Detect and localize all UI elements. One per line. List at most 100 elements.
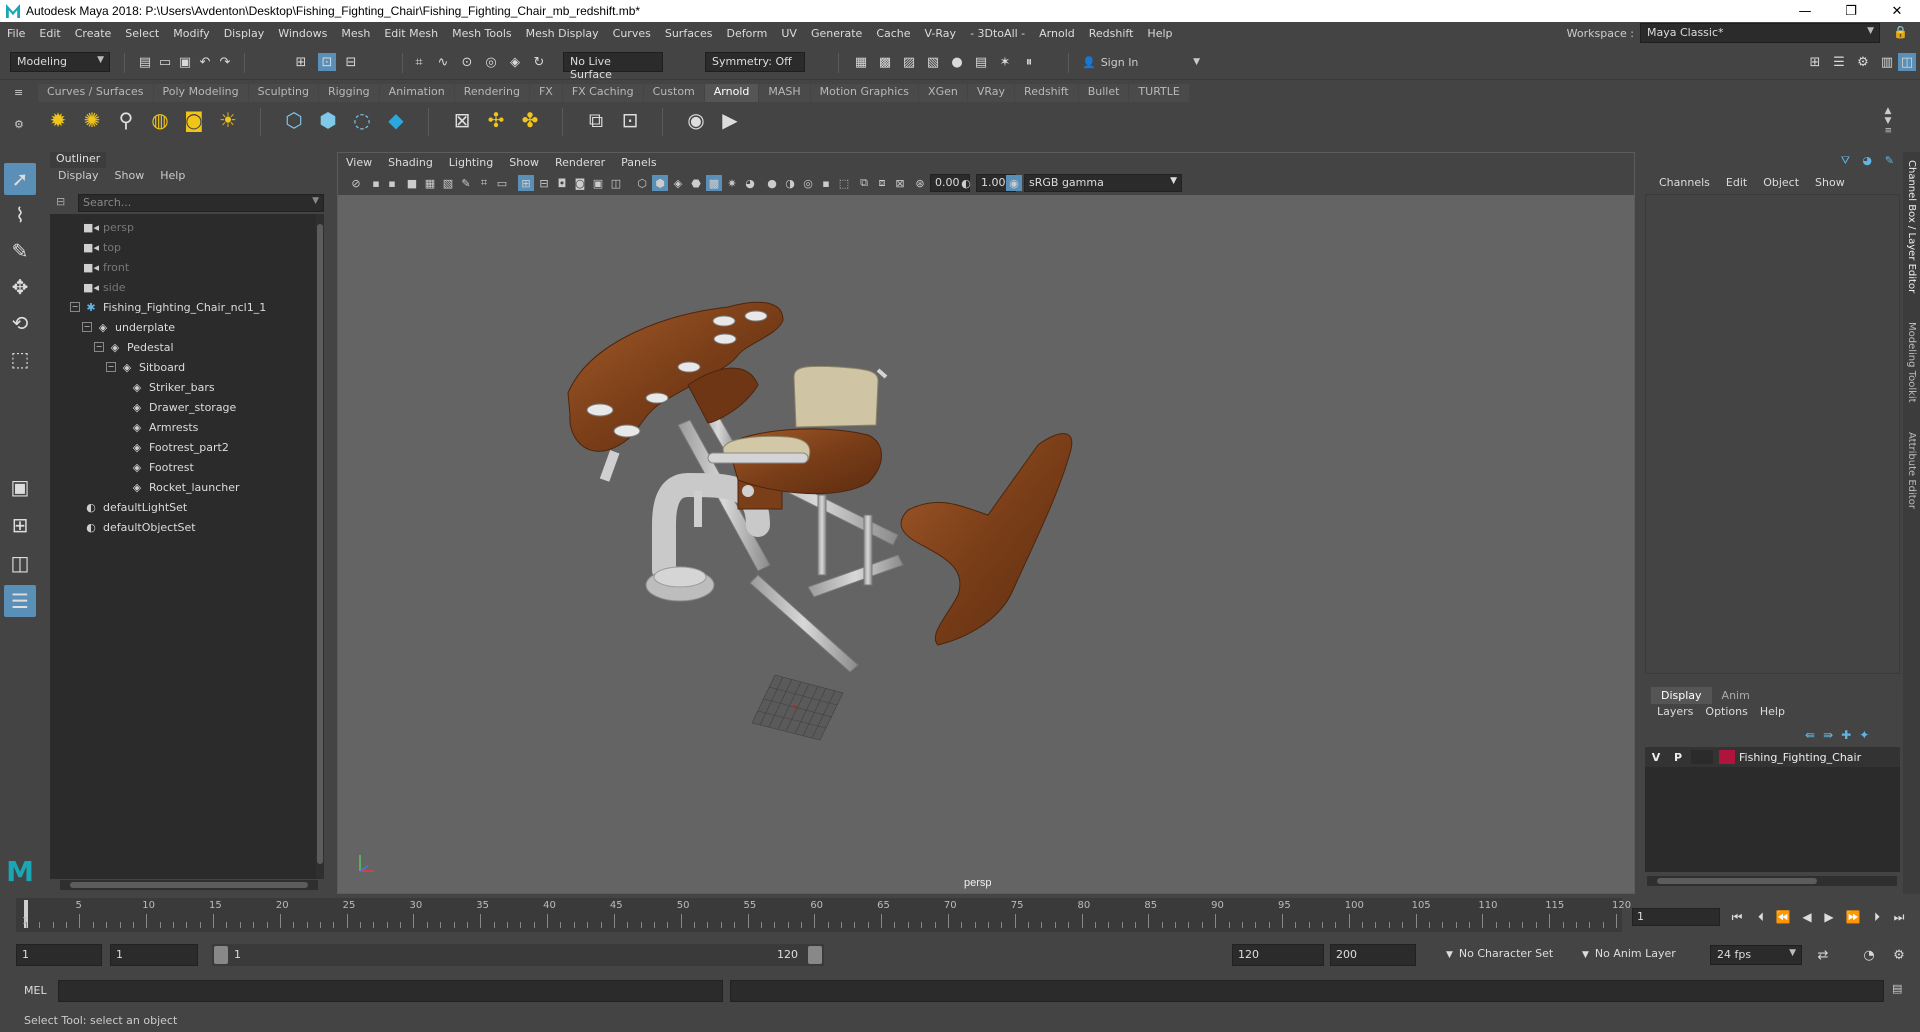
menu-windows[interactable]: Windows	[271, 27, 334, 40]
live-surface-field[interactable]: No Live Surface	[563, 52, 663, 81]
layer-display-type[interactable]	[1691, 750, 1713, 764]
scene-start-field[interactable]: 1	[16, 944, 102, 966]
color-management-icon[interactable]: ◉	[1006, 175, 1022, 191]
command-language-label[interactable]: MEL	[24, 984, 47, 997]
grease-pencil-icon[interactable]: ✎	[458, 175, 474, 191]
new-layer-from-selection-icon[interactable]: ✦	[1859, 728, 1869, 742]
2d-pan-zoom-icon[interactable]: ▧	[440, 175, 456, 191]
skydome-light-icon[interactable]: ◍	[146, 106, 174, 134]
ipr-render-icon[interactable]: ▨	[900, 53, 918, 71]
select-hierarchy-icon[interactable]: ⊞	[292, 53, 310, 71]
menu-curves[interactable]: Curves	[606, 27, 658, 40]
new-empty-layer-icon[interactable]: ✚	[1841, 728, 1851, 742]
snap-curve-icon[interactable]: ∿	[434, 53, 452, 71]
tree-item-armrests[interactable]: ◈ Armrests	[130, 418, 199, 436]
layer-tab-display[interactable]: Display	[1651, 687, 1712, 704]
shelf-tab-rendering[interactable]: Rendering	[454, 84, 529, 102]
menu-surfaces[interactable]: Surfaces	[658, 27, 720, 40]
step-back-frame-icon[interactable]: ⏴	[1752, 907, 1770, 927]
snap-surface-icon[interactable]: ◈	[506, 53, 524, 71]
layer-tab-anim[interactable]: Anim	[1712, 687, 1760, 704]
play-backwards-icon[interactable]: ◀	[1798, 907, 1816, 927]
outliner-vertical-scrollbar[interactable]	[316, 214, 324, 879]
layer-menu-layers[interactable]: Layers	[1651, 705, 1699, 718]
export-standin-icon[interactable]: ⬢	[314, 106, 342, 134]
scene-end-field[interactable]: 200	[1330, 944, 1416, 966]
shelf-tab-bullet[interactable]: Bullet	[1078, 84, 1129, 102]
viewport-menu-show[interactable]: Show	[501, 156, 547, 169]
outliner-search-input[interactable]: Search... ▼	[78, 194, 324, 212]
image-plane-icon[interactable]: ▦	[422, 175, 438, 191]
save-scene-icon[interactable]: ▣	[176, 53, 194, 71]
collapse-icon[interactable]: −	[70, 302, 80, 312]
layer-scrollbar[interactable]	[1647, 876, 1897, 886]
tool-settings-toggle-icon[interactable]: ✎	[1885, 154, 1894, 167]
gamma-icon[interactable]: ◐	[958, 175, 974, 191]
symmetry-dropdown[interactable]: Symmetry: Off	[705, 52, 805, 72]
shelf-tab-custom[interactable]: Custom	[643, 84, 704, 102]
motion-blur-icon[interactable]: ◑	[782, 175, 798, 191]
xray-components-icon[interactable]: ⊠	[892, 175, 908, 191]
textured-icon[interactable]: ▩	[706, 175, 722, 191]
grid-icon[interactable]: ⌗	[476, 175, 492, 191]
select-camera-icon[interactable]: ⊘	[348, 175, 364, 191]
sign-in-button[interactable]: 👤 Sign In ▼	[1082, 52, 1200, 72]
scrollbar-thumb[interactable]	[70, 882, 308, 888]
play-forwards-icon[interactable]: ▶	[1820, 907, 1838, 927]
shelf-tab-animation[interactable]: Animation	[379, 84, 454, 102]
layer-editor-icon[interactable]: ◫	[1898, 53, 1916, 71]
character-set-dropdown[interactable]: ▼ No Character Set	[1440, 945, 1574, 965]
channel-menu-edit[interactable]: Edit	[1718, 176, 1755, 189]
shelf-tab-arnold[interactable]: Arnold	[704, 84, 759, 102]
shelf-tab-poly-modeling[interactable]: Poly Modeling	[153, 84, 248, 102]
light-portal-icon[interactable]: ◙	[180, 106, 208, 134]
menu-modify[interactable]: Modify	[166, 27, 216, 40]
outliner-horizontal-scrollbar[interactable]	[60, 880, 318, 890]
tree-item-drawer-storage[interactable]: ◈ Drawer_storage	[130, 398, 237, 416]
side-tab-attribute-editor[interactable]: Attribute Editor	[1906, 432, 1917, 509]
viewport-menu-lighting[interactable]: Lighting	[441, 156, 501, 169]
minimize-button[interactable]: —	[1782, 0, 1828, 22]
shadows-icon[interactable]: ◕	[742, 175, 758, 191]
workspace-dropdown[interactable]: Maya Classic* ▼	[1640, 23, 1880, 43]
shelf-scroll-arrows[interactable]: ▲ ▼ ≡	[1884, 106, 1892, 136]
lock-icon[interactable]: 🔒	[1893, 25, 1908, 39]
render-sequence-icon[interactable]: ▩	[876, 53, 894, 71]
render-settings-icon[interactable]: ▧	[924, 53, 942, 71]
animation-preferences-icon[interactable]: ⚙	[1890, 946, 1908, 964]
viewport-3d-canvas[interactable]: persp	[338, 195, 1634, 893]
anim-layer-dropdown[interactable]: ▼ No Anim Layer	[1576, 945, 1686, 965]
exposure-icon[interactable]: ⊛	[912, 175, 928, 191]
snap-point-icon[interactable]: ⊙	[458, 53, 476, 71]
collapse-icon[interactable]: −	[106, 362, 116, 372]
layer-color-swatch[interactable]	[1719, 750, 1735, 764]
four-view-icon[interactable]: ⊞	[4, 509, 36, 541]
use-default-material-icon[interactable]: ◈	[670, 175, 686, 191]
render-view-eye-icon[interactable]: ◉	[682, 106, 710, 134]
use-all-lights-icon[interactable]: ✷	[724, 175, 740, 191]
menu-uv[interactable]: UV	[774, 27, 804, 40]
current-frame-field[interactable]: 1	[1632, 908, 1720, 926]
layer-row[interactable]: V P Fishing_Fighting_Chair	[1645, 747, 1900, 767]
menu-create[interactable]: Create	[68, 27, 119, 40]
side-tab-channel-box[interactable]: Channel Box / Layer Editor	[1906, 160, 1917, 293]
collapse-icon[interactable]: −	[94, 342, 104, 352]
tree-item-front[interactable]: ■◂ front	[83, 258, 129, 276]
pause-icon[interactable]: ⏸	[1020, 53, 1038, 71]
go-to-end-icon[interactable]: ⏭	[1890, 907, 1908, 927]
time-slider[interactable]: 1 51015202530354045505560657075808590951…	[16, 898, 1631, 932]
menu-arnold[interactable]: Arnold	[1032, 27, 1082, 40]
modeling-toolkit-icon[interactable]: ⊞	[1806, 53, 1824, 71]
side-by-side-view-icon[interactable]: ◫	[4, 547, 36, 579]
maximize-button[interactable]: ❐	[1828, 0, 1874, 22]
auto-key-icon[interactable]: ◔	[1860, 946, 1878, 964]
gate-mask-icon[interactable]: ◘	[554, 175, 570, 191]
fps-dropdown[interactable]: 24 fps ▼	[1710, 945, 1802, 965]
shelf-tab-xgen[interactable]: XGen	[919, 84, 967, 102]
safe-action-icon[interactable]: ▣	[590, 175, 606, 191]
channel-box-toggle-icon[interactable]: ⛛	[1841, 154, 1850, 168]
step-forward-key-icon[interactable]: ⏩	[1844, 907, 1862, 927]
shelf-tab-rigging[interactable]: Rigging	[318, 84, 379, 102]
standin-icon[interactable]: ⬡	[280, 106, 308, 134]
viewport-menu-shading[interactable]: Shading	[380, 156, 441, 169]
